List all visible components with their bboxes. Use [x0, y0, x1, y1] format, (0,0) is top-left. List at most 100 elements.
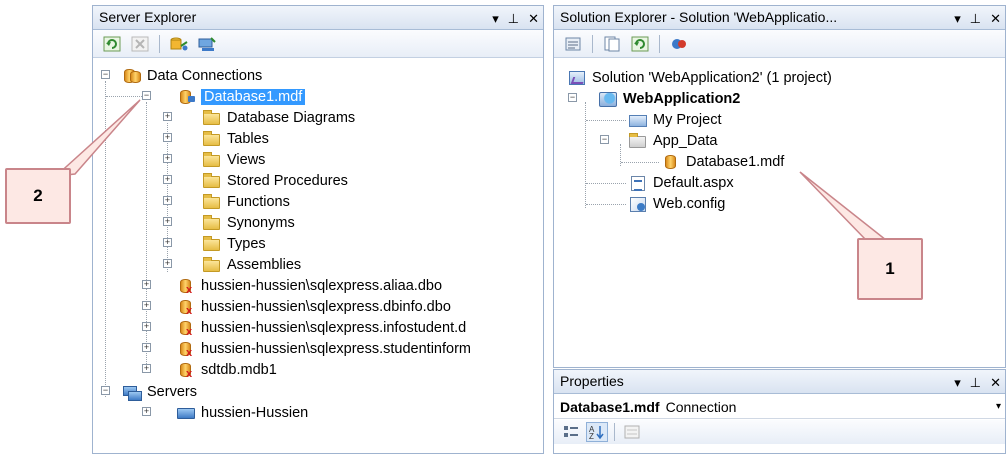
collapse-toggle[interactable]: − — [600, 135, 609, 144]
tree-node-assemblies[interactable]: + Assemblies — [93, 254, 301, 275]
tree-node-connection-infostudent[interactable]: + x hussien-hussien\sqlexpress.infostude… — [93, 317, 466, 338]
folder-icon — [203, 151, 221, 168]
connect-to-database-icon[interactable] — [168, 34, 190, 54]
tree-node-synonyms[interactable]: + Synonyms — [93, 212, 295, 233]
alphabetical-icon[interactable]: AZ — [586, 422, 608, 442]
tree-node-my-project[interactable]: My Project — [554, 109, 722, 130]
aspx-page-icon — [629, 175, 647, 191]
tree-node-stored-procedures[interactable]: + Stored Procedures — [93, 170, 348, 191]
server-explorer-titlebar: Server Explorer ▾ ⊥ ✕ — [93, 6, 543, 30]
servers-icon — [123, 384, 142, 401]
web-project-icon — [599, 91, 617, 107]
tree-node-server-hussien[interactable]: + hussien-Hussien — [93, 402, 308, 423]
expand-toggle[interactable]: + — [163, 196, 172, 205]
tree-node-database1[interactable]: − Database1.mdf — [93, 86, 306, 107]
tree-node-label: hussien-hussien\sqlexpress.studentinform — [201, 340, 471, 357]
expand-toggle[interactable]: + — [163, 154, 172, 163]
auto-hide-pin-icon[interactable]: ⊥ — [970, 7, 981, 30]
collapse-toggle[interactable]: − — [568, 93, 577, 102]
folder-icon — [203, 214, 221, 231]
solution-explorer-pane: Solution Explorer - Solution 'WebApplica… — [553, 5, 1006, 368]
properties-toolbar: AZ — [554, 420, 1005, 444]
expand-toggle[interactable]: + — [142, 364, 151, 373]
expand-toggle[interactable]: + — [163, 238, 172, 247]
properties-icon[interactable] — [562, 34, 584, 54]
tree-node-default-aspx[interactable]: Default.aspx — [554, 172, 734, 193]
expand-toggle[interactable]: + — [163, 217, 172, 226]
close-icon[interactable]: ✕ — [528, 7, 539, 30]
tree-node-project[interactable]: − WebApplication2 — [554, 88, 740, 109]
collapse-toggle[interactable]: − — [101, 70, 110, 79]
properties-title: Properties — [560, 373, 624, 389]
close-icon[interactable]: ✕ — [990, 371, 1001, 394]
solution-explorer-title: Solution Explorer - Solution 'WebApplica… — [560, 9, 838, 25]
expand-toggle[interactable]: + — [163, 133, 172, 142]
tree-node-functions[interactable]: + Functions — [93, 191, 290, 212]
properties-titlebar: Properties ▾ ⊥ ✕ — [554, 370, 1005, 394]
tree-node-label: hussien-hussien\sqlexpress.aliaa.dbo — [201, 277, 443, 294]
connect-to-server-icon[interactable] — [196, 34, 218, 54]
properties-pane: Properties ▾ ⊥ ✕ Database1.mdf Connectio… — [553, 369, 1006, 454]
server-explorer-tree: − Data Connections − Database1.mdf + Dat… — [93, 59, 543, 453]
tree-node-web-config[interactable]: Web.config — [554, 193, 725, 214]
tree-node-connection-aliaa[interactable]: + x hussien-hussien\sqlexpress.aliaa.dbo — [93, 275, 442, 296]
window-position-dropdown-icon[interactable]: ▾ — [492, 7, 499, 30]
window-position-dropdown-icon[interactable]: ▾ — [954, 7, 961, 30]
broken-database-icon: x — [177, 278, 195, 295]
tree-node-connection-sdtdb[interactable]: + x sdtdb.mdb1 — [93, 359, 277, 380]
view-class-diagram-icon[interactable] — [668, 34, 690, 54]
expand-toggle[interactable]: + — [163, 112, 172, 121]
tree-node-connection-dbinfo[interactable]: + x hussien-hussien\sqlexpress.dbinfo.db… — [93, 296, 451, 317]
chevron-down-icon[interactable]: ▾ — [996, 401, 1001, 412]
toolbar-separator — [614, 423, 615, 441]
solution-explorer-titlebar: Solution Explorer - Solution 'WebApplica… — [554, 6, 1005, 30]
broken-database-icon: x — [177, 341, 195, 358]
tree-node-app-data[interactable]: − App_Data — [554, 130, 718, 151]
expand-toggle[interactable]: + — [163, 175, 172, 184]
tree-node-label: WebApplication2 — [623, 90, 741, 107]
open-folder-icon — [629, 132, 647, 149]
show-all-files-icon[interactable] — [601, 34, 623, 54]
expand-toggle[interactable]: + — [163, 259, 172, 268]
expand-toggle[interactable]: + — [142, 301, 151, 310]
expand-toggle[interactable]: + — [142, 322, 151, 331]
properties-object-selector[interactable]: Database1.mdf Connection ▾ — [554, 395, 1005, 419]
tree-node-database1-file[interactable]: Database1.mdf — [554, 151, 784, 172]
expand-toggle[interactable]: + — [142, 407, 151, 416]
tree-node-connection-studentinform[interactable]: + x hussien-hussien\sqlexpress.studentin… — [93, 338, 471, 359]
expand-toggle[interactable]: + — [142, 343, 151, 352]
expand-toggle[interactable]: + — [142, 280, 151, 289]
tree-node-label: hussien-Hussien — [201, 404, 309, 421]
folder-icon — [203, 109, 221, 126]
collapse-toggle[interactable]: − — [142, 91, 151, 100]
solution-explorer-toolbar — [554, 30, 1005, 58]
refresh-icon[interactable] — [101, 34, 123, 54]
database-icon — [177, 89, 195, 105]
tree-node-data-connections[interactable]: − Data Connections — [93, 65, 262, 86]
folder-icon — [203, 235, 221, 252]
tree-node-tables[interactable]: + Tables — [93, 128, 269, 149]
stop-refresh-icon[interactable] — [129, 34, 151, 54]
tree-node-views[interactable]: + Views — [93, 149, 265, 170]
broken-database-icon: x — [177, 362, 195, 379]
refresh-icon[interactable] — [629, 34, 651, 54]
computer-icon — [177, 405, 195, 421]
tree-node-label: Web.config — [653, 195, 726, 212]
tree-node-types[interactable]: + Types — [93, 233, 266, 254]
tree-node-label: Synonyms — [227, 214, 295, 231]
collapse-toggle[interactable]: − — [101, 386, 110, 395]
tree-node-label: Database1.mdf — [686, 153, 785, 170]
auto-hide-pin-icon[interactable]: ⊥ — [508, 7, 519, 30]
tree-node-solution[interactable]: Solution 'WebApplication2' (1 project) — [568, 67, 832, 88]
categorized-icon[interactable] — [560, 422, 582, 442]
property-pages-icon[interactable] — [621, 422, 643, 442]
window-position-dropdown-icon[interactable]: ▾ — [954, 371, 961, 394]
tree-node-servers[interactable]: − Servers — [93, 381, 197, 402]
svg-text:Z: Z — [589, 432, 594, 440]
close-icon[interactable]: ✕ — [990, 7, 1001, 30]
selected-object-type: Connection — [665, 398, 737, 415]
tree-node-label: Database Diagrams — [227, 109, 356, 126]
solution-icon — [568, 70, 586, 86]
auto-hide-pin-icon[interactable]: ⊥ — [970, 371, 981, 394]
tree-node-database-diagrams[interactable]: + Database Diagrams — [93, 107, 355, 128]
